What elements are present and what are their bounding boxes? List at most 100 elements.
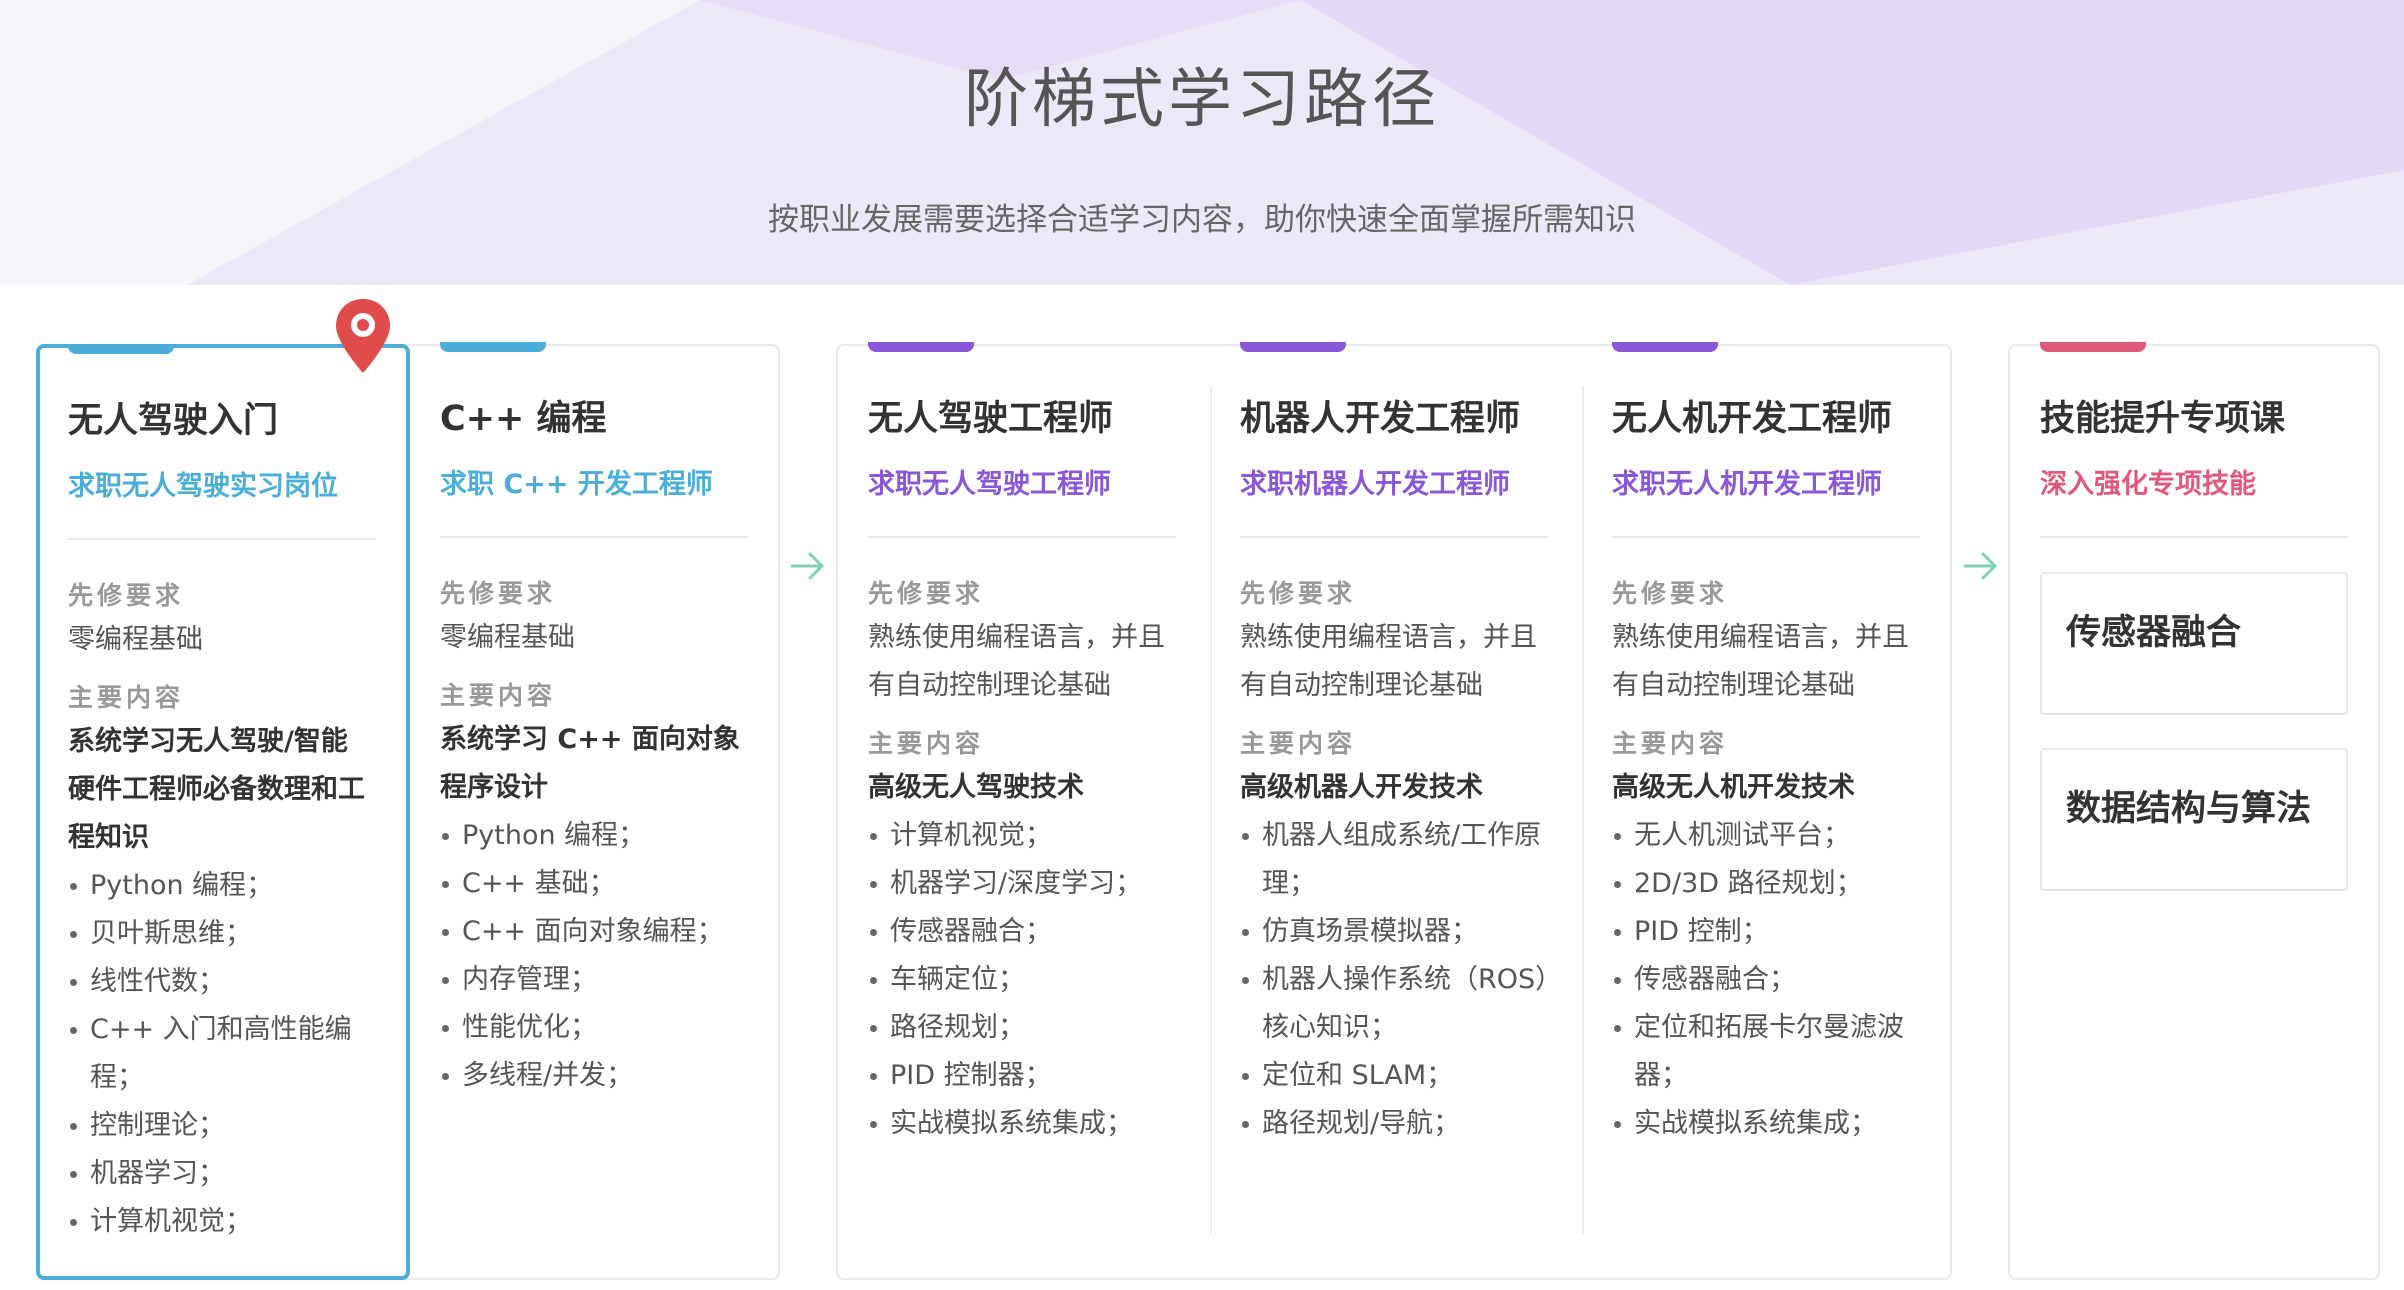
content-label: 主要内容	[1612, 729, 1729, 758]
content-label: 主要内容	[1240, 729, 1357, 758]
prereq-label: 先修要求	[1612, 579, 1729, 608]
list-item: 无人机测试平台；	[1612, 812, 1942, 860]
prereq-text: 有自动控制理论基础	[868, 670, 1111, 701]
list-item: 性能优化；	[440, 1004, 770, 1052]
divider	[1240, 536, 1548, 538]
list-item: 线性代数；	[68, 958, 398, 1006]
card-title: 无人驾驶入门	[68, 401, 279, 441]
skill-course-label: 数据结构与算法	[2066, 789, 2312, 829]
prereq-label: 先修要求	[68, 581, 185, 610]
prereq-text: 有自动控制理论基础	[1612, 670, 1855, 701]
list-item: 机器学习；	[68, 1150, 398, 1198]
card-drone-engineer[interactable]: 无人机开发工程师 求职无人机开发工程师 先修要求 熟练使用编程语言，并且 有自动…	[1582, 342, 1954, 1278]
card-title: C++ 编程	[440, 399, 607, 439]
prereq-label: 先修要求	[1240, 579, 1357, 608]
skill-course-sensor-fusion[interactable]: 传感器融合	[2040, 572, 2348, 715]
content-title: 系统学习无人驾驶/智能	[68, 726, 348, 757]
content-list: Python 编程； C++ 基础； C++ 面向对象编程； 内存管理； 性能优…	[440, 812, 770, 1100]
divider	[68, 538, 376, 540]
skill-course-label: 传感器融合	[2066, 613, 2242, 653]
content-label: 主要内容	[68, 683, 185, 712]
content-title: 硬件工程师必备数理和工	[68, 774, 365, 805]
content-title: 高级机器人开发技术	[1240, 772, 1483, 803]
divider	[1612, 536, 1920, 538]
list-item: 定位和 SLAM；	[1240, 1052, 1570, 1100]
card-cpp-programming[interactable]: C++ 编程 求职 C++ 开发工程师 先修要求 零编程基础 主要内容 系统学习…	[410, 342, 782, 1278]
card-robot-engineer[interactable]: 机器人开发工程师 求职机器人开发工程师 先修要求 熟练使用编程语言，并且 有自动…	[1210, 342, 1582, 1278]
list-item: 路径规划/导航；	[1240, 1100, 1570, 1148]
content-label: 主要内容	[868, 729, 985, 758]
card-title: 无人机开发工程师	[1612, 399, 1893, 439]
section-engineer: 无人驾驶工程师 求职无人驾驶工程师 先修要求 熟练使用编程语言，并且 有自动控制…	[836, 342, 1954, 1280]
section-skills: 技能提升专项课 深入强化专项技能 传感器融合 数据结构与算法	[2008, 342, 2382, 1280]
location-pin-icon	[336, 299, 390, 373]
content-title: 程序设计	[440, 772, 548, 803]
card-title: 无人驾驶工程师	[868, 399, 1114, 439]
content-label: 主要内容	[440, 681, 557, 710]
content-list: 计算机视觉； 机器学习/深度学习； 传感器融合； 车辆定位； 路径规划； PID…	[868, 812, 1198, 1148]
content-list: 机器人组成系统/工作原 理； 仿真场景模拟器； 机器人操作系统（ROS） 核心知识；…	[1240, 812, 1570, 1148]
card-subtitle: 求职无人驾驶工程师	[868, 469, 1111, 500]
arrow-right-icon	[1963, 552, 1997, 580]
card-tab-bar	[2040, 342, 2146, 352]
card-title: 机器人开发工程师	[1240, 399, 1521, 439]
divider	[2040, 536, 2348, 538]
prereq-label: 先修要求	[440, 579, 557, 608]
card-subtitle: 求职机器人开发工程师	[1240, 469, 1510, 500]
card-skill-courses[interactable]: 技能提升专项课 深入强化专项技能 传感器融合 数据结构与算法	[2010, 342, 2382, 1278]
content-list: 无人机测试平台； 2D/3D 路径规划； PID 控制； 传感器融合； 定位和拓…	[1612, 812, 1942, 1148]
card-tab-bar	[440, 342, 546, 352]
list-item: 多线程/并发；	[440, 1052, 770, 1100]
header-background	[0, 0, 2404, 300]
card-autonomous-driving-engineer[interactable]: 无人驾驶工程师 求职无人驾驶工程师 先修要求 熟练使用编程语言，并且 有自动控制…	[838, 342, 1210, 1278]
card-tab-bar	[1612, 342, 1718, 352]
card-subtitle: 深入强化专项技能	[2040, 469, 2256, 500]
list-item: 2D/3D 路径规划；	[1612, 860, 1942, 908]
card-autonomous-driving-intro[interactable]: 无人驾驶入门 求职无人驾驶实习岗位 先修要求 零编程基础 主要内容 系统学习无人…	[36, 344, 410, 1280]
content-list: Python 编程； 贝叶斯思维； 线性代数； C++ 入门和高性能编程； 控制…	[68, 862, 398, 1246]
card-tab-bar	[68, 344, 174, 354]
list-item: 定位和拓展卡尔曼滤波 器；	[1612, 1004, 1942, 1100]
list-item: 机器人操作系统（ROS） 核心知识；	[1240, 956, 1570, 1052]
list-item: Python 编程；	[440, 812, 770, 860]
list-item: 机器学习/深度学习；	[868, 860, 1198, 908]
skill-course-data-structures[interactable]: 数据结构与算法	[2040, 748, 2348, 891]
list-item: PID 控制器；	[868, 1052, 1198, 1100]
card-tab-bar	[1240, 342, 1346, 352]
card-subtitle: 求职 C++ 开发工程师	[440, 469, 713, 500]
list-item: 内存管理；	[440, 956, 770, 1004]
list-item: 计算机视觉；	[868, 812, 1198, 860]
card-title: 技能提升专项课	[2040, 399, 2286, 439]
arrow-right-icon	[790, 552, 824, 580]
list-item: 控制理论；	[68, 1102, 398, 1150]
list-item: 贝叶斯思维；	[68, 910, 398, 958]
list-item: 传感器融合；	[1612, 956, 1942, 1004]
prereq-text: 熟练使用编程语言，并且	[868, 622, 1165, 653]
prereq-text: 熟练使用编程语言，并且	[1240, 622, 1537, 653]
content-title: 系统学习 C++ 面向对象	[440, 724, 740, 755]
page-title: 阶梯式学习路径	[964, 63, 1440, 137]
list-item: 传感器融合；	[868, 908, 1198, 956]
prereq-label: 先修要求	[868, 579, 985, 608]
card-tab-bar	[868, 342, 974, 352]
divider	[440, 536, 748, 538]
prereq-text: 零编程基础	[440, 622, 575, 653]
list-item: Python 编程；	[68, 862, 398, 910]
list-item: 车辆定位；	[868, 956, 1198, 1004]
list-item: C++ 入门和高性能编程；	[68, 1006, 398, 1102]
list-item: C++ 面向对象编程；	[440, 908, 770, 956]
content-title: 程知识	[68, 822, 149, 853]
prereq-text: 熟练使用编程语言，并且	[1612, 622, 1909, 653]
prereq-text: 零编程基础	[68, 624, 203, 655]
list-item: 仿真场景模拟器；	[1240, 908, 1570, 956]
list-item: 计算机视觉；	[68, 1198, 398, 1246]
card-subtitle: 求职无人机开发工程师	[1612, 469, 1882, 500]
content-title: 高级无人机开发技术	[1612, 772, 1855, 803]
content-title: 高级无人驾驶技术	[868, 772, 1084, 803]
section-beginner: 无人驾驶入门 求职无人驾驶实习岗位 先修要求 零编程基础 主要内容 系统学习无人…	[36, 342, 782, 1280]
page-subtitle: 按职业发展需要选择合适学习内容，助你快速全面掌握所需知识	[768, 202, 1636, 238]
list-item: 机器人组成系统/工作原 理；	[1240, 812, 1570, 908]
list-item: C++ 基础；	[440, 860, 770, 908]
list-item: 实战模拟系统集成；	[1612, 1100, 1942, 1148]
card-subtitle: 求职无人驾驶实习岗位	[68, 471, 338, 502]
